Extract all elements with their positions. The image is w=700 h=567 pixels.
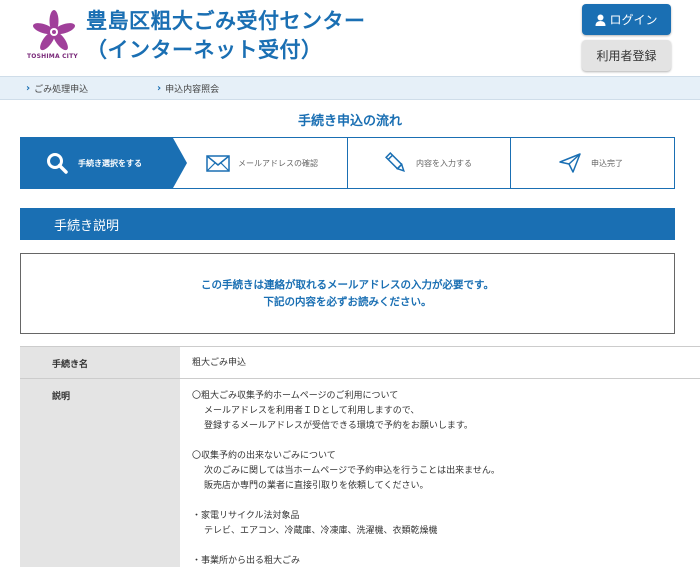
step-divider (510, 138, 511, 188)
search-icon (47, 153, 68, 174)
notice-box: この手続きは連絡が取れるメールアドレスの入力が必要です。 下記の内容を必ずお読み… (20, 253, 675, 334)
progress-steps: 手続き選択をする メールアドレスの確認 内容を入力する 申込完了 (20, 137, 675, 189)
site-title-line1: 豊島区粗大ごみ受付センター (86, 9, 366, 33)
procedure-table: 手続き名 粗大ごみ申込 説明 〇粗大ごみ収集予約ホームページのご利用について メ… (20, 346, 700, 567)
step-confirm-email: メールアドレスの確認 (206, 138, 346, 188)
step-enter-details: 内容を入力する (385, 138, 510, 188)
pencil-icon (385, 152, 405, 172)
step-arrow (173, 138, 187, 188)
register-label: 利用者登録 (596, 49, 657, 63)
procedure-name-label: 手続き名 (20, 347, 180, 378)
description-block: ・家電リサイクル法対象品 テレビ、エアコン、冷蔵庫、冷凍庫、洗濯機、衣類乾燥機 (192, 509, 700, 539)
site-title[interactable]: 豊島区粗大ごみ受付センター （インターネット受付） (86, 7, 366, 65)
step-label: 申込完了 (591, 158, 623, 168)
step-select-procedure: 手続き選択をする (21, 138, 173, 188)
description-label: 説明 (20, 379, 180, 567)
sub-navigation: › ごみ処理申込 › 申込内容照会 (0, 76, 700, 100)
chevron-right-icon: › (26, 83, 31, 94)
step-complete: 申込完了 (559, 138, 669, 188)
description-line: 〇粗大ごみ収集予約ホームページのご利用について (192, 391, 399, 401)
table-row: 説明 〇粗大ごみ収集予約ホームページのご利用について メールアドレスを利用者ＩＤ… (20, 378, 700, 567)
description-line: 次のごみに関しては当ホームページで予約申込を行うことは出来ません。 (204, 466, 500, 476)
step-label: 内容を入力する (416, 158, 472, 168)
notice-line: 下記の内容を必ずお読みください。 (263, 295, 432, 308)
envelope-icon (206, 154, 230, 172)
description-line: メールアドレスを利用者ＩＤとして利用しますので、 (204, 406, 420, 416)
description-line: 〇収集予約の出来ないごみについて (192, 451, 336, 461)
description-line: 登録するメールアドレスが受信できる環境で予約をお願いします。 (204, 421, 473, 431)
description-block: ・事業所から出る粗大ごみ (192, 554, 700, 567)
register-button[interactable]: 利用者登録 (582, 40, 671, 71)
step-label: 手続き選択をする (78, 158, 142, 168)
flow-title: 手続き申込の流れ (297, 114, 402, 129)
table-row: 手続き名 粗大ごみ申込 (20, 346, 700, 378)
description-line: ・家電リサイクル法対象品 (192, 511, 300, 521)
chevron-right-icon: › (157, 83, 162, 94)
site-header: TOSHIMA CITY 豊島区粗大ごみ受付センター （インターネット受付） ロ… (0, 0, 700, 76)
description-block: 〇収集予約の出来ないごみについて 次のごみに関しては当ホームページで予約申込を行… (192, 449, 700, 494)
site-title-line2: （インターネット受付） (86, 38, 323, 62)
login-button[interactable]: ログイン (582, 4, 671, 35)
subnav-item-garbage-application[interactable]: › ごみ処理申込 (26, 82, 88, 95)
user-icon (595, 14, 606, 26)
section-title: 手続き説明 (20, 208, 675, 240)
notice-line: この手続きは連絡が取れるメールアドレスの入力が必要です。 (201, 278, 494, 291)
procedure-name-value: 粗大ごみ申込 (192, 358, 247, 368)
subnav-label: 申込内容照会 (165, 85, 220, 95)
paper-plane-icon (559, 153, 581, 173)
subnav-label: ごみ処理申込 (34, 85, 89, 95)
description-line: 販売店か専門の業者に直接引取りを依頼してください。 (204, 481, 429, 491)
description-line: テレビ、エアコン、冷蔵庫、冷凍庫、洗濯機、衣類乾燥機 (204, 526, 438, 536)
login-label: ログイン (609, 13, 658, 27)
description-block: 〇粗大ごみ収集予約ホームページのご利用について メールアドレスを利用者ＩＤとして… (192, 389, 700, 434)
step-label: メールアドレスの確認 (238, 158, 318, 168)
logo-text: TOSHIMA CITY (27, 53, 78, 60)
description-line: ・事業所から出る粗大ごみ (192, 556, 301, 566)
step-divider (347, 138, 348, 188)
description-value: 〇粗大ごみ収集予約ホームページのご利用について メールアドレスを利用者ＩＤとして… (180, 379, 700, 567)
subnav-item-inquiry[interactable]: › 申込内容照会 (157, 82, 219, 95)
